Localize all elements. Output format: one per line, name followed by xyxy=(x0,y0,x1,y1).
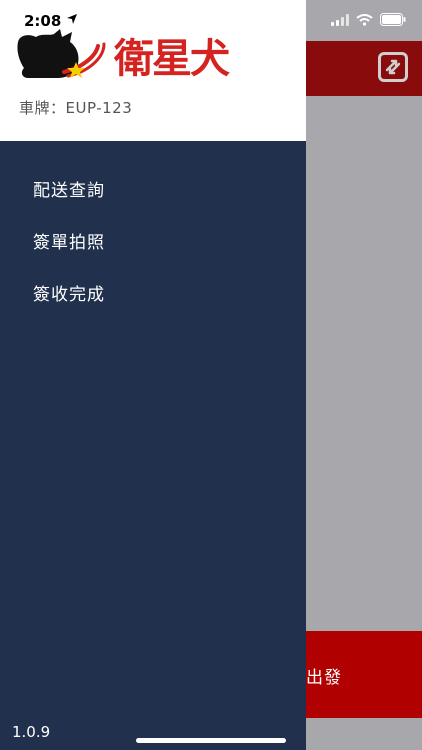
brand-name: 衛星犬 xyxy=(114,36,230,82)
menu-item-sign-photo[interactable]: 簽單拍照 xyxy=(33,228,105,253)
app-version: 1.0.9 xyxy=(12,723,51,741)
battery-icon xyxy=(380,13,406,26)
dog-satellite-icon xyxy=(17,29,106,78)
navigation-drawer: 衛星犬 車牌：EUP-123 配送查詢 簽單拍照 簽收完成 1.0.9 xyxy=(0,0,306,750)
signal-icon xyxy=(331,13,349,26)
switch-button[interactable] xyxy=(378,52,408,82)
menu-item-delivery-query[interactable]: 配送查詢 xyxy=(33,176,105,201)
menu-item-sign-complete[interactable]: 簽收完成 xyxy=(33,280,105,305)
swap-icon xyxy=(385,59,401,75)
wifi-icon xyxy=(356,13,373,26)
plate-info: 車牌：EUP-123 xyxy=(19,97,132,118)
depart-button-label: 出發 xyxy=(306,668,342,688)
home-indicator[interactable] xyxy=(136,738,286,743)
location-arrow-icon xyxy=(67,14,77,24)
status-time: 2:08 xyxy=(24,12,62,30)
brand-logo: 衛星犬 xyxy=(16,28,246,84)
status-indicators xyxy=(331,13,406,26)
plate-label: 車牌： xyxy=(19,99,66,117)
plate-number: EUP-123 xyxy=(65,99,133,117)
